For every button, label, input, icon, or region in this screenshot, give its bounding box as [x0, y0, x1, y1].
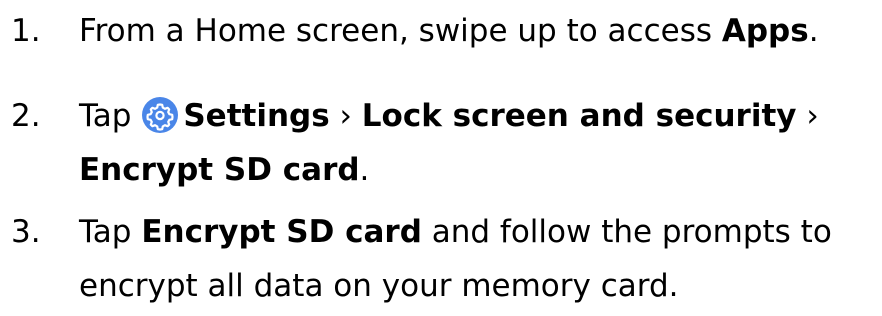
step-text-line-1: Tap Encrypt SD card and follow the promp… — [79, 205, 832, 259]
breadcrumb-separator: › — [806, 98, 819, 134]
tap-label: Tap — [79, 98, 132, 134]
apps-label: Apps — [721, 13, 809, 49]
encrypt-sd-card-label: Encrypt SD card — [141, 214, 422, 250]
settings-label: Settings — [183, 98, 330, 134]
encrypt-sd-card-label: Encrypt SD card — [79, 152, 360, 188]
tap-label: Tap — [79, 214, 142, 250]
step-text-line-1: Tap Settings › Lock screen and security … — [79, 89, 819, 143]
step-number: 3. — [11, 214, 41, 250]
period: . — [808, 13, 819, 49]
step-text-line-2: encrypt all data on your memory card. — [79, 268, 679, 304]
step-text-line-2: Encrypt SD card. — [79, 143, 369, 197]
step-text: From a Home screen, swipe up to access A… — [79, 4, 819, 58]
step-text-plain: and follow the prompts to — [421, 214, 832, 250]
step-number: 1. — [11, 13, 41, 49]
period: . — [359, 152, 370, 188]
step-number: 2. — [11, 98, 41, 134]
settings-gear-icon — [141, 96, 179, 134]
breadcrumb-separator: › — [339, 98, 352, 134]
lock-screen-security-label: Lock screen and security — [361, 98, 797, 134]
step-text-plain: From a Home screen, swipe up to access — [79, 13, 722, 49]
